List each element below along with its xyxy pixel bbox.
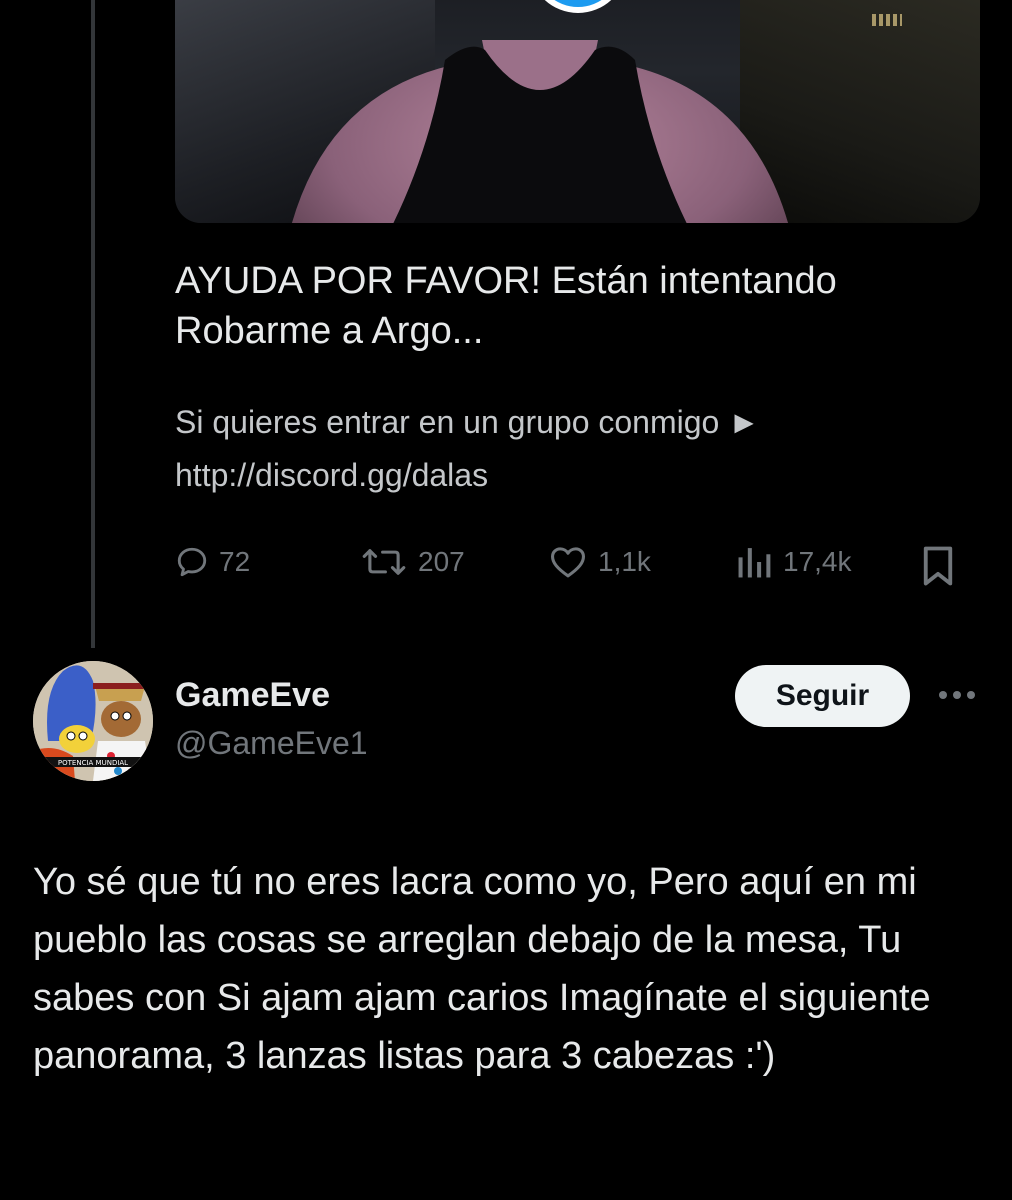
thread-line	[91, 0, 95, 648]
like-count: 1,1k	[598, 546, 651, 577]
window-lights	[872, 14, 902, 26]
person-figure	[292, 40, 788, 223]
reply-icon	[177, 547, 207, 577]
author-name[interactable]: GameEve	[175, 676, 330, 715]
description-line-1: Si quieres entrar en un grupo conmigo ►	[175, 404, 760, 440]
bookmark-icon	[923, 546, 953, 586]
play-icon[interactable]	[528, 0, 628, 45]
bookmark-button[interactable]	[920, 545, 956, 587]
like-button[interactable]: 1,1k	[548, 545, 651, 579]
description-link[interactable]: http://discord.gg/dalas	[175, 449, 935, 502]
quoted-tweet-description: Si quieres entrar en un grupo conmigo ► …	[175, 396, 935, 502]
retweet-button[interactable]: 207	[360, 545, 465, 579]
avatar-caption: POTENCIA MUNDIAL	[58, 759, 128, 767]
more-options-icon[interactable]	[936, 680, 978, 710]
views-chart-icon	[738, 548, 771, 578]
views-button[interactable]: 17,4k	[735, 545, 852, 579]
avatar[interactable]: POTENCIA MUNDIAL	[33, 661, 153, 781]
reply-text: Yo sé que tú no eres lacra como yo, Pero…	[33, 861, 931, 1077]
avatar-image: POTENCIA MUNDIAL	[33, 661, 153, 781]
quoted-tweet-title[interactable]: AYUDA POR FAVOR! Están intentando Robarm…	[175, 256, 895, 356]
author-handle[interactable]: @GameEve1	[175, 725, 368, 762]
reply-count: 72	[219, 546, 251, 577]
retweet-icon	[362, 549, 406, 575]
action-bar: 72 207 1,1k 17,4k	[175, 545, 975, 595]
views-count: 17,4k	[783, 546, 852, 577]
retweet-count: 207	[418, 546, 465, 577]
heart-icon	[551, 547, 585, 578]
follow-button[interactable]: Seguir	[735, 665, 910, 727]
reply-button[interactable]: 72	[175, 545, 250, 579]
